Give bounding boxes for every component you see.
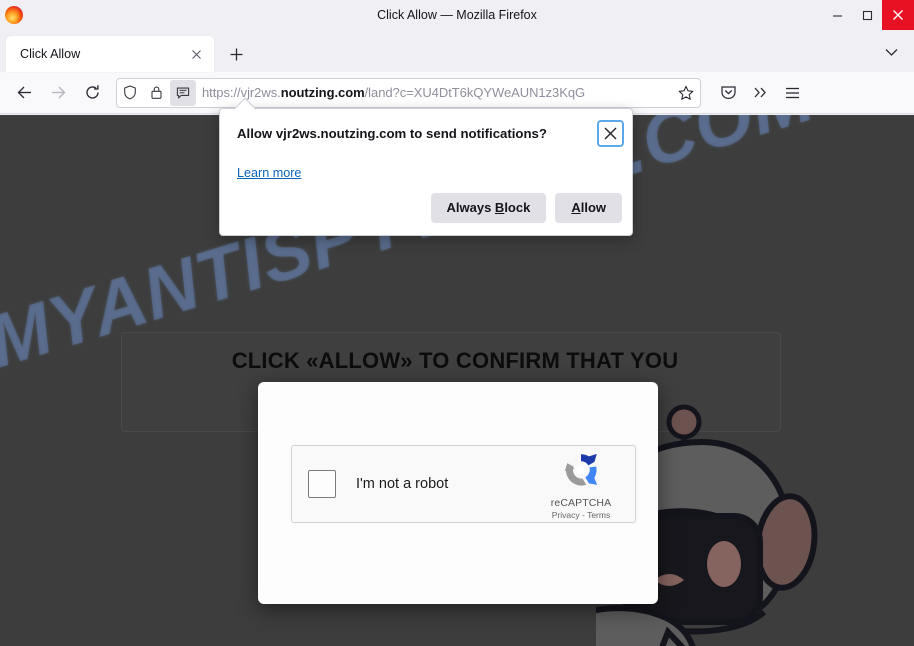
firefox-logo-icon (5, 6, 23, 24)
back-button[interactable] (8, 78, 40, 108)
close-tab-icon[interactable] (186, 44, 206, 64)
allow-button[interactable]: Allow (555, 193, 622, 223)
chevron-down-icon[interactable] (878, 39, 904, 65)
overflow-menu-icon[interactable] (745, 78, 775, 108)
allow-accesskey: A (571, 200, 581, 215)
learn-more-link[interactable]: Learn more (237, 166, 301, 180)
app-menu-icon[interactable] (777, 78, 807, 108)
recaptcha-branding: reCAPTCHA Privacy - Terms (541, 449, 621, 520)
recaptcha-checkbox[interactable] (308, 470, 336, 498)
close-popup-button[interactable] (597, 120, 624, 147)
pocket-save-icon[interactable] (713, 78, 743, 108)
maximize-button[interactable] (852, 0, 882, 30)
url-path: /land?c=XU4DtT6kQYWeAUN1z3KqG (364, 85, 586, 100)
recaptcha-legal-links[interactable]: Privacy - Terms (541, 510, 621, 520)
browser-tab[interactable]: Click Allow (6, 36, 214, 72)
url-bar[interactable]: https://vjr2ws.noutzing.com/land?c=XU4Dt… (116, 77, 701, 108)
tab-title: Click Allow (20, 47, 81, 61)
minimize-button[interactable] (822, 0, 852, 30)
recaptcha-widget[interactable]: I'm not a robot reCAPTCHA Privacy - Term… (291, 445, 636, 523)
always-block-prefix: Always (446, 200, 495, 215)
forward-button[interactable] (42, 78, 74, 108)
captcha-card: I'm not a robot reCAPTCHA Privacy - Term… (258, 382, 658, 604)
url-prefix: https://vjr2ws. (202, 85, 281, 100)
window-title: Click Allow — Mozilla Firefox (377, 8, 537, 22)
recaptcha-logo-icon (564, 453, 598, 486)
permission-popup-actions: Always Block Allow (430, 193, 622, 223)
notification-permission-icon[interactable] (170, 79, 196, 106)
bookmark-star-icon[interactable] (672, 79, 700, 107)
title-bar: Click Allow — Mozilla Firefox (0, 0, 914, 30)
allow-suffix: llow (580, 200, 606, 215)
recaptcha-label: I'm not a robot (356, 476, 449, 492)
recaptcha-terms-link[interactable]: Terms (587, 510, 610, 520)
recaptcha-brand-name: reCAPTCHA (550, 496, 612, 509)
close-icon (604, 127, 617, 140)
lock-icon[interactable] (143, 79, 169, 107)
notification-permission-popup: Allow vjr2ws.noutzing.com to send notifi… (219, 108, 633, 236)
url-host: noutzing.com (280, 85, 365, 100)
shield-icon[interactable] (117, 79, 143, 107)
new-tab-button[interactable] (220, 38, 252, 70)
tab-strip: Click Allow (0, 30, 914, 72)
permission-popup-title: Allow vjr2ws.noutzing.com to send notifi… (237, 126, 547, 141)
window-controls (822, 0, 914, 30)
reload-button[interactable] (76, 78, 108, 108)
always-block-accesskey: B (494, 200, 505, 215)
recaptcha-privacy-link[interactable]: Privacy (552, 510, 580, 520)
recaptcha-separator: - (582, 509, 585, 520)
close-window-button[interactable] (882, 0, 914, 30)
url-text[interactable]: https://vjr2ws.noutzing.com/land?c=XU4Dt… (197, 85, 672, 100)
page-headline: CLICK «ALLOW» TO CONFIRM THAT YOU (231, 348, 679, 373)
firefox-window: Click Allow — Mozilla Firefox Click Allo… (0, 0, 914, 646)
always-block-button[interactable]: Always Block (430, 193, 547, 223)
always-block-suffix: lock (504, 200, 531, 215)
